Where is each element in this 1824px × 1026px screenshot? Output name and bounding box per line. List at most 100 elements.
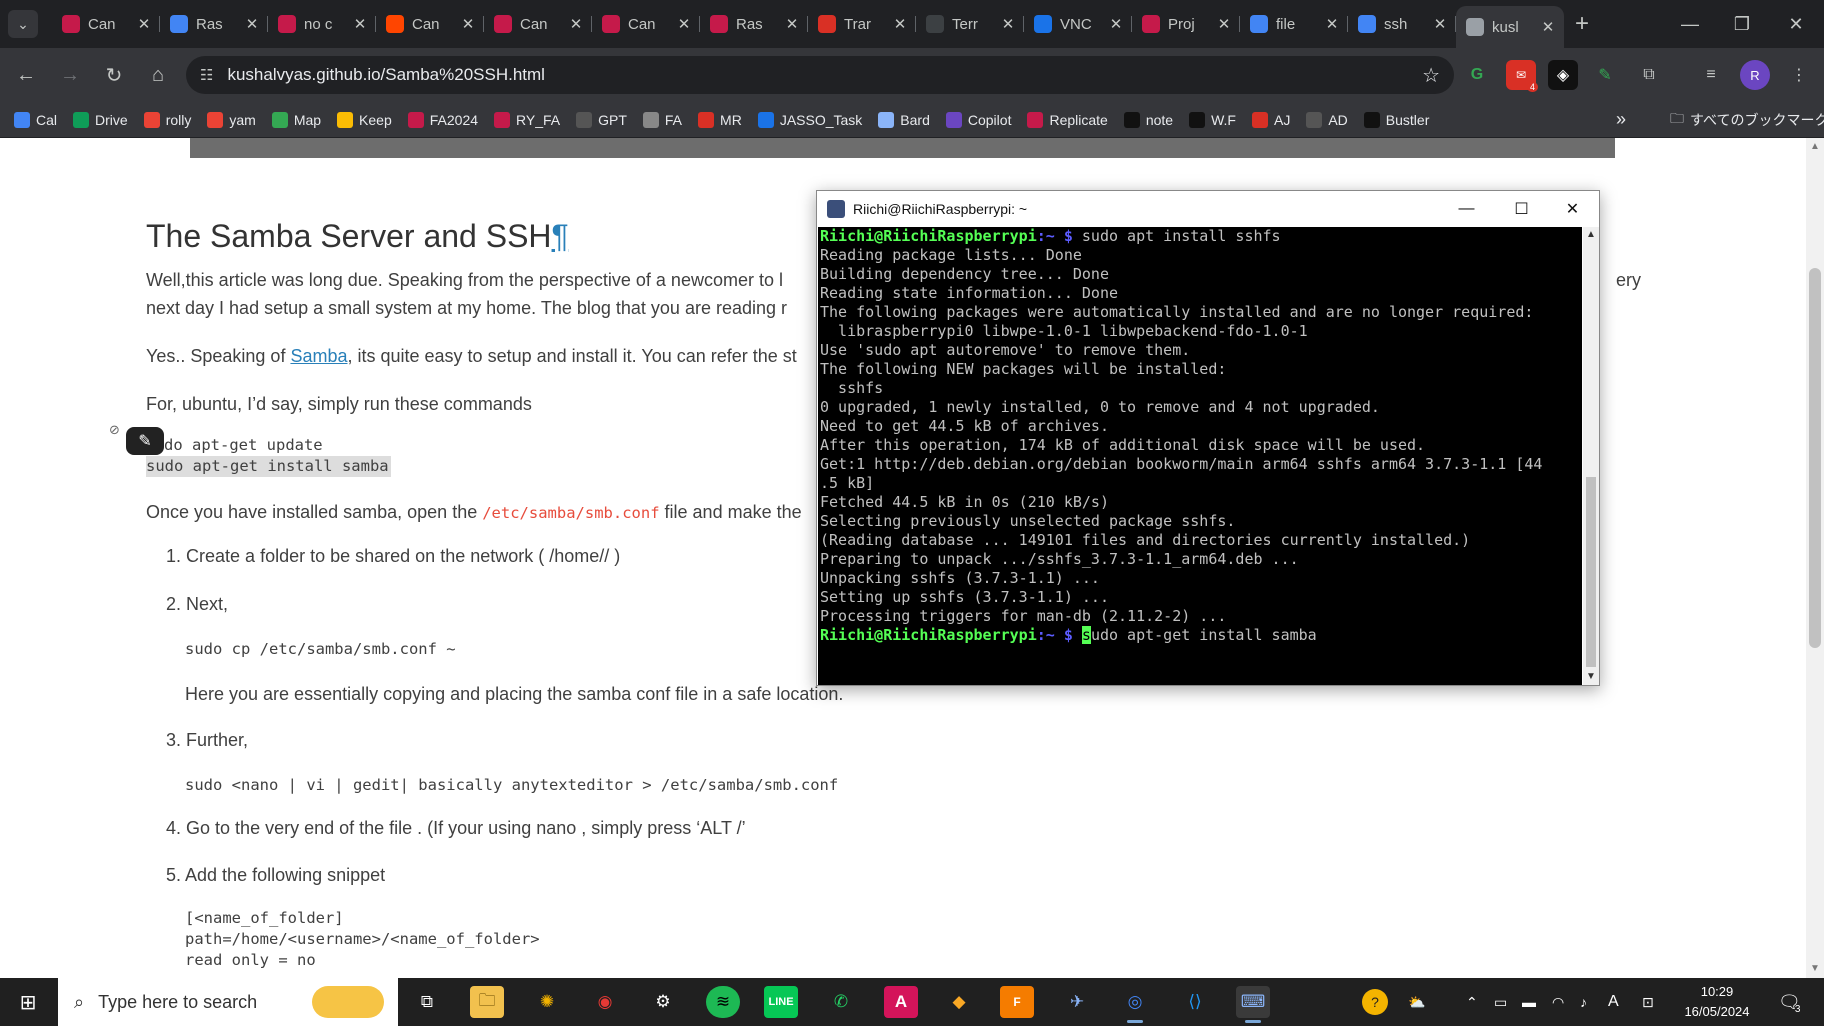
audio-recorder-icon[interactable]: ◉: [588, 986, 622, 1018]
tab-8[interactable]: Terr ✕: [916, 6, 1024, 42]
whatsapp-icon[interactable]: ✆: [824, 986, 858, 1018]
scroll-up-arrow[interactable]: ▲: [1806, 138, 1824, 156]
back-button[interactable]: ←: [6, 55, 46, 95]
bookmark-item[interactable]: JASSO_Task: [757, 111, 862, 128]
extensions-puzzle-icon[interactable]: ⧉: [1634, 60, 1664, 90]
scroll-down-arrow[interactable]: ▼: [1806, 960, 1824, 978]
tab-3[interactable]: Can ✕: [376, 6, 484, 42]
terminal-minimize-button[interactable]: —: [1439, 191, 1494, 227]
close-tab-icon[interactable]: ✕: [1000, 15, 1016, 33]
kite-app-icon[interactable]: ◆: [942, 986, 976, 1018]
site-info-icon[interactable]: ☷: [200, 66, 213, 84]
task-view-icon[interactable]: ⧉: [410, 986, 444, 1018]
tab-9[interactable]: VNC ✕: [1024, 6, 1132, 42]
bookmark-item[interactable]: W.F: [1189, 111, 1236, 128]
tab-2[interactable]: no c ✕: [268, 6, 376, 42]
media-control-icon[interactable]: ≡: [1696, 60, 1726, 90]
bookmarks-overflow-button[interactable]: »: [1616, 109, 1626, 130]
notification-center-icon[interactable]: 🗨 3: [1778, 978, 1801, 1026]
close-tab-icon[interactable]: ✕: [1216, 15, 1232, 33]
tab-6[interactable]: Ras ✕: [700, 6, 808, 42]
tab-0[interactable]: Can ✕: [52, 6, 160, 42]
terminal-maximize-button[interactable]: ☐: [1494, 191, 1549, 227]
bookmark-item[interactable]: RY_FA: [494, 111, 560, 128]
tab-13[interactable]: kusl ✕: [1456, 6, 1564, 48]
bookmark-item[interactable]: rolly: [143, 111, 191, 128]
address-bar[interactable]: ☷ kushalvyas.github.io/Samba%20SSH.html …: [186, 56, 1454, 94]
bookmark-item[interactable]: AJ: [1251, 111, 1290, 128]
help-icon[interactable]: ?: [1362, 978, 1388, 1026]
vscode-icon[interactable]: ⟨⟩: [1178, 986, 1212, 1018]
close-tab-icon[interactable]: ✕: [352, 15, 368, 33]
terminal-screen[interactable]: Riichi@RiichiRaspberrypi:~ $ sudo apt in…: [818, 227, 1582, 685]
bookmark-item[interactable]: MR: [698, 111, 742, 128]
close-tab-icon[interactable]: ✕: [1108, 15, 1124, 33]
bookmark-item[interactable]: Bard: [878, 111, 930, 128]
grammarly-extension-icon[interactable]: G: [1462, 60, 1492, 90]
tab-12[interactable]: ssh ✕: [1348, 6, 1456, 42]
mail-extension-icon[interactable]: ✉ 4: [1506, 60, 1538, 92]
close-tab-icon[interactable]: ✕: [460, 15, 476, 33]
restore-button[interactable]: ❐: [1714, 0, 1770, 48]
minimize-button[interactable]: —: [1662, 0, 1718, 48]
bookmark-item[interactable]: Copilot: [945, 111, 1011, 128]
all-bookmarks-folder[interactable]: 🗀 すべてのブックマーク: [1670, 108, 1824, 132]
terminal-scroll-up[interactable]: ▲: [1583, 227, 1599, 243]
bookmark-item[interactable]: FA2024: [407, 111, 478, 128]
close-tab-icon[interactable]: ✕: [784, 15, 800, 33]
tab-1[interactable]: Ras ✕: [160, 6, 268, 42]
taskbar-search-box[interactable]: ⌕ Type here to search: [58, 978, 398, 1026]
devices-icon[interactable]: ▭: [1494, 978, 1507, 1026]
windows-start-button[interactable]: ⊞: [0, 978, 56, 1026]
close-tab-icon[interactable]: ✕: [1432, 15, 1448, 33]
forward-button[interactable]: →: [50, 55, 90, 95]
close-tab-icon[interactable]: ✕: [136, 15, 152, 33]
tab-7[interactable]: Trar ✕: [808, 6, 916, 42]
bookmark-item[interactable]: Bustler: [1363, 111, 1429, 128]
flow-app-icon[interactable]: F: [1000, 986, 1034, 1018]
ime-indicator[interactable]: A: [1608, 978, 1619, 1026]
close-window-button[interactable]: ✕: [1768, 0, 1824, 48]
pinwheel-app-icon[interactable]: ✺: [530, 986, 564, 1018]
volume-icon[interactable]: ♪: [1580, 978, 1587, 1026]
tray-overflow-icon[interactable]: ⌃: [1466, 978, 1478, 1026]
page-scrollbar[interactable]: ▲ ▼: [1806, 138, 1824, 978]
close-tab-icon[interactable]: ✕: [676, 15, 692, 33]
close-tab-icon[interactable]: ✕: [892, 15, 908, 33]
bookmark-item[interactable]: AD: [1306, 111, 1348, 128]
bookmark-item[interactable]: Map: [271, 111, 321, 128]
new-tab-button[interactable]: +: [1564, 6, 1600, 42]
tab-4[interactable]: Can ✕: [484, 6, 592, 42]
bookmark-item[interactable]: Replicate: [1027, 111, 1108, 128]
terminal-input-line[interactable]: Riichi@RiichiRaspberrypi:~ $ sudo apt-ge…: [820, 626, 1582, 645]
line-app-icon[interactable]: LINE: [764, 986, 798, 1018]
terminal-close-button[interactable]: ✕: [1545, 191, 1600, 227]
profile-avatar[interactable]: R: [1740, 60, 1770, 90]
spotify-icon[interactable]: ≋: [706, 986, 740, 1018]
close-tab-icon[interactable]: ✕: [568, 15, 584, 33]
file-explorer-icon[interactable]: 🗀: [470, 986, 504, 1018]
hide-highlight-icon[interactable]: ⊘: [109, 422, 120, 438]
terminal-window[interactable]: Riichi@RiichiRaspberrypi: ~ — ☐ ✕ Riichi…: [816, 190, 1600, 686]
dark-extension-icon[interactable]: ◈: [1548, 60, 1578, 90]
close-tab-icon[interactable]: ✕: [1540, 18, 1556, 36]
battery-icon[interactable]: ▬: [1522, 978, 1536, 1026]
pen-extension-icon[interactable]: ✎: [1590, 60, 1620, 90]
bookmark-item[interactable]: GPT: [576, 111, 627, 128]
weather-icon[interactable]: ⛅: [1408, 978, 1425, 1026]
putty-taskbar-icon[interactable]: ⌨: [1236, 986, 1270, 1023]
input-mode-icon[interactable]: ⊡: [1642, 978, 1654, 1026]
permalink-anchor[interactable]: ¶: [552, 218, 569, 254]
bookmark-item[interactable]: FA: [642, 111, 682, 128]
tab-11[interactable]: file ✕: [1240, 6, 1348, 42]
chrome-icon[interactable]: ◎: [1118, 986, 1152, 1023]
bookmark-item[interactable]: yam: [207, 111, 256, 128]
terminal-scroll-down[interactable]: ▼: [1583, 669, 1599, 685]
bookmark-item[interactable]: note: [1123, 111, 1173, 128]
acrobat-icon[interactable]: A: [884, 986, 918, 1018]
reload-button[interactable]: ↻: [94, 55, 134, 95]
home-button[interactable]: ⌂: [138, 55, 178, 95]
page-scroll-thumb[interactable]: [1809, 268, 1821, 648]
tab-search-button[interactable]: ⌄: [8, 10, 38, 38]
bookmark-item[interactable]: Cal: [14, 111, 57, 128]
